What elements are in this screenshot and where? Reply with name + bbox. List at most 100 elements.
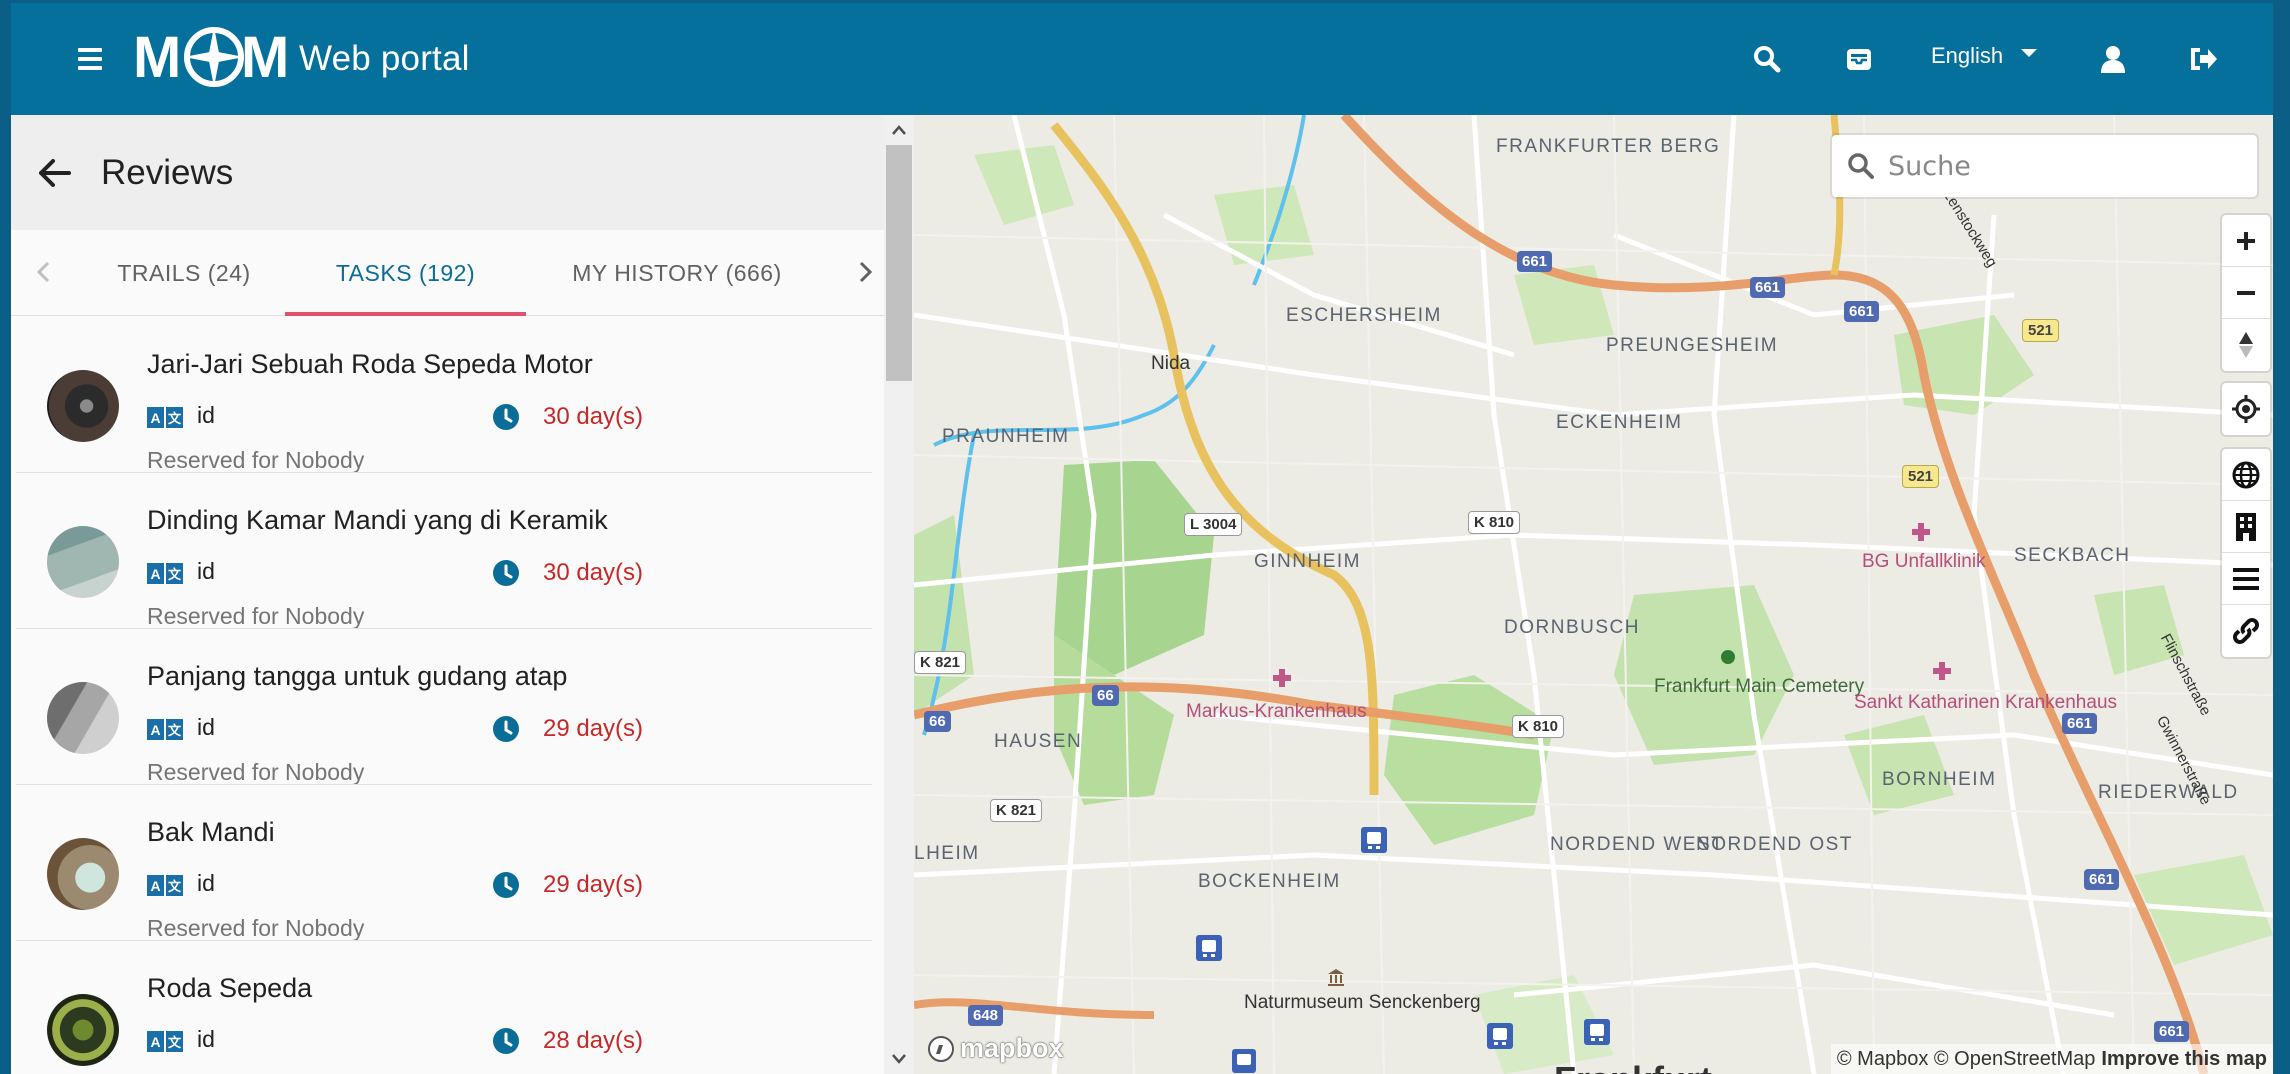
svg-text:A: A [150, 878, 160, 894]
reserved-status: Reserved for Nobody [147, 915, 365, 941]
tab-my-history[interactable]: MY HISTORY (666) [547, 230, 807, 316]
svg-text:A: A [150, 566, 160, 582]
chevron-down-icon [2021, 49, 2038, 57]
building-icon[interactable] [2222, 501, 2270, 553]
list-item[interactable]: Bak Mandi A文 id 29 day(s) Reserved for N… [11, 785, 884, 941]
task-list: Jari-Jari Sebuah Roda Sepeda Motor A文 id… [11, 317, 884, 1074]
map-label: ECKENHEIM [1556, 412, 1683, 433]
map-view[interactable]: FRANKFURTER BERG ESCHERSHEIM PREUNGESHEI… [914, 115, 2273, 1074]
geolocate-icon[interactable] [2222, 383, 2270, 435]
app-window: M M Web portal English Reviews TRAILS (2… [11, 3, 2273, 1074]
map-search-box [1832, 135, 2257, 197]
list-icon[interactable] [2222, 553, 2270, 605]
svg-text:文: 文 [168, 411, 182, 426]
map-label: GINNHEIM [1254, 551, 1361, 572]
days-remaining: 30 day(s) [543, 403, 644, 430]
zoom-out-icon[interactable] [2222, 267, 2270, 319]
road-shield: L 3004 [1184, 513, 1243, 536]
map-label: PREUNGESHEIM [1606, 335, 1779, 356]
map-label: Frankfurt [1554, 1059, 1712, 1074]
item-title: Bak Mandi [147, 817, 275, 847]
mcm-logo-mark: M M [133, 25, 289, 90]
tab-tasks[interactable]: TASKS (192) [285, 230, 526, 316]
svg-text:文: 文 [168, 1035, 182, 1050]
scroll-down-icon[interactable] [884, 1044, 914, 1074]
mcm-logo[interactable]: M M Web portal [133, 17, 470, 101]
language-code: id [197, 402, 215, 428]
avatar [47, 838, 119, 910]
map-label: BOCKENHEIM [1198, 871, 1341, 892]
svg-text:M: M [133, 25, 181, 90]
road-shield: 661 [1517, 251, 1553, 272]
menu-icon[interactable] [63, 37, 117, 81]
tabs-scroll-left-icon[interactable] [24, 250, 64, 294]
road-shield: 661 [2154, 1021, 2190, 1042]
logout-icon[interactable] [2183, 39, 2223, 79]
road-shield: 661 [1750, 277, 1786, 298]
improve-map-link[interactable]: Improve this map [2101, 1048, 2267, 1071]
language-code: id [197, 870, 215, 896]
map-label: Nida [1151, 353, 1191, 374]
transit-icon [1232, 1049, 1256, 1073]
list-scrollbar[interactable] [884, 115, 914, 1074]
scrollbar-thumb[interactable] [886, 145, 912, 381]
layer-controls [2222, 449, 2270, 657]
user-icon[interactable] [2093, 39, 2133, 79]
scroll-up-icon[interactable] [884, 115, 914, 145]
map-label: BORNHEIM [1882, 769, 1997, 790]
svg-text:文: 文 [168, 567, 182, 582]
link-icon[interactable] [2222, 605, 2270, 657]
reserved-status: Reserved for Nobody [147, 759, 365, 785]
attribution-text[interactable]: © Mapbox © OpenStreetMap [1837, 1048, 2096, 1071]
road-shield: K 810 [1512, 715, 1565, 738]
hospital-icon [1933, 662, 1951, 680]
translate-icon: A文 [147, 719, 183, 740]
inbox-icon[interactable] [1839, 39, 1879, 79]
globe-icon[interactable] [2222, 449, 2270, 501]
road-shield: 66 [1092, 685, 1119, 706]
zoom-in-icon[interactable] [2222, 215, 2270, 267]
translate-icon: A文 [147, 875, 183, 896]
compass-icon[interactable] [2222, 319, 2270, 371]
clock-icon [493, 404, 519, 430]
hospital-icon [1273, 669, 1291, 687]
zoom-controls [2222, 215, 2270, 371]
map-label: SECKBACH [2014, 545, 2131, 566]
page-title: Reviews [101, 153, 234, 192]
reserved-status: Reserved for Nobody [147, 447, 365, 473]
museum-icon [1328, 969, 1344, 986]
language-select[interactable]: English [1931, 43, 2038, 69]
avatar [47, 994, 119, 1066]
hospital-icon [1912, 523, 1930, 541]
road-shield: 661 [1844, 301, 1880, 322]
map-label: LHEIM [914, 843, 980, 864]
clock-icon [493, 560, 519, 586]
road-shield: 648 [968, 1005, 1004, 1026]
tabs-scroll-right-icon[interactable] [845, 250, 885, 294]
list-item[interactable]: Panjang tangga untuk gudang atap A文 id 2… [11, 629, 884, 785]
reviews-panel: Reviews TRAILS (24) TASKS (192) MY HISTO… [11, 115, 914, 1074]
map-label: FRANKFURTER BERG [1496, 136, 1721, 157]
svg-text:A: A [150, 410, 160, 426]
back-arrow-icon[interactable] [37, 155, 73, 191]
list-item[interactable]: Jari-Jari Sebuah Roda Sepeda Motor A文 id… [11, 317, 884, 473]
panel-header: Reviews [11, 115, 884, 230]
item-title: Roda Sepeda [147, 973, 313, 1003]
avatar [47, 526, 119, 598]
map-label: Markus-Krankenhaus [1186, 701, 1367, 722]
map-search-input[interactable] [1888, 150, 2228, 182]
mapbox-logo[interactable]: mapbox [926, 1033, 1064, 1064]
tab-trails[interactable]: TRAILS (24) [81, 230, 287, 316]
item-title: Dinding Kamar Mandi yang di Keramik [147, 505, 608, 535]
map-label: NORDEND WEST [1550, 834, 1725, 855]
list-item[interactable]: Dinding Kamar Mandi yang di Keramik A文 i… [11, 473, 884, 629]
transit-icon [1584, 1019, 1610, 1045]
map-label: Frankfurt Main Cemetery [1654, 676, 1865, 697]
road-shield: K 821 [990, 799, 1043, 822]
list-item[interactable]: Roda Sepeda A文 id 28 day(s) [11, 941, 884, 1074]
language-label: English [1931, 43, 2004, 68]
road-shield: 66 [924, 711, 951, 732]
search-icon[interactable] [1747, 39, 1787, 79]
days-remaining: 28 day(s) [543, 1027, 644, 1054]
svg-text:文: 文 [168, 879, 182, 894]
